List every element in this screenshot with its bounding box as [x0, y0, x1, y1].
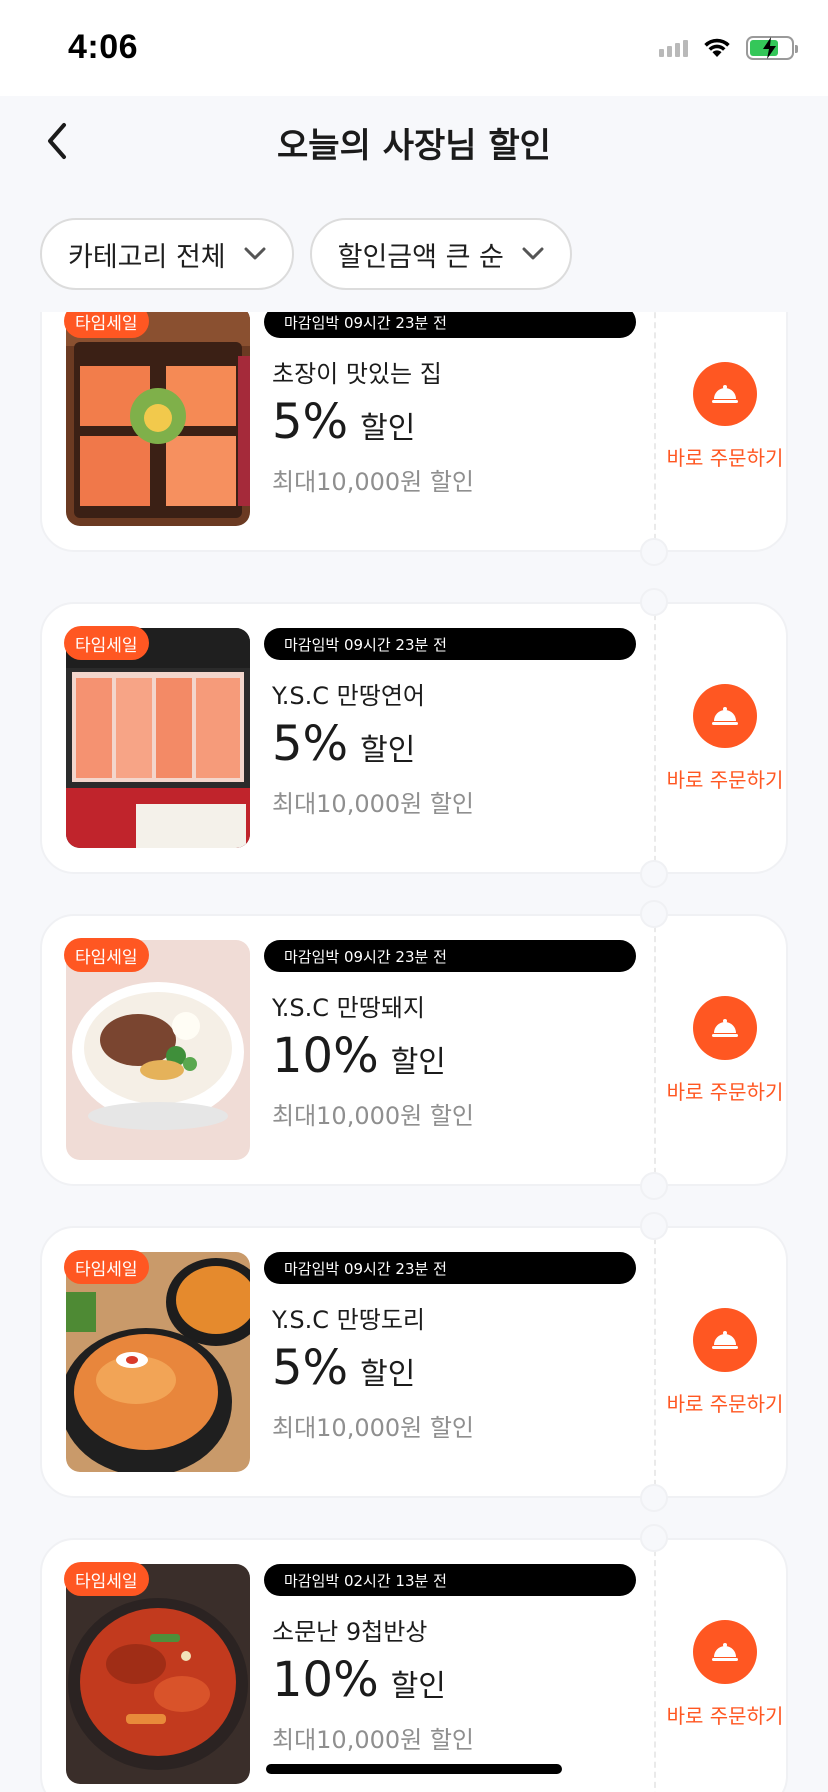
order-now-button[interactable]: 바로 주문하기 — [660, 604, 790, 872]
home-indicator — [266, 1764, 562, 1774]
store-name: 초장이 맛있는 집 — [272, 360, 442, 388]
deadline-label: 마감임박 09시간 23분 전 — [264, 628, 636, 660]
status-icons — [659, 34, 798, 62]
discount-rate: 5% 할인 — [272, 1340, 415, 1396]
food-thumbnail-image — [66, 940, 250, 1160]
food-thumbnail-image — [66, 628, 250, 848]
store-name: 소문난 9첩반상 — [272, 1618, 428, 1646]
category-filter-label: 카테고리 전체 — [68, 241, 226, 273]
discount-percent: 5% — [272, 1340, 349, 1396]
chevron-down-icon — [522, 247, 544, 260]
time-sale-badge: 타임세일 — [64, 1250, 149, 1284]
discount-percent: 10% — [272, 1028, 379, 1084]
status-time: 4:06 — [68, 28, 139, 66]
store-name: Y.S.C 만땅연어 — [272, 682, 425, 710]
cellular-signal-icon — [659, 39, 688, 57]
max-discount: 최대10,000원 할인 — [272, 1414, 475, 1442]
deal-card[interactable]: 타임세일 마감임박 09시간 23분 전 Y.S.C 만땅도리 5% 할인 최대… — [40, 1212, 790, 1512]
order-now-label: 바로 주문하기 — [666, 767, 784, 792]
deadline-label: 마감임박 09시간 23분 전 — [264, 940, 636, 972]
chevron-down-icon — [244, 247, 266, 260]
food-thumbnail-image — [66, 312, 250, 526]
sort-filter-label: 할인금액 큰 순 — [337, 241, 504, 273]
food-thumbnail-image — [66, 1564, 250, 1784]
deadline-label: 마감임박 09시간 23분 전 — [264, 312, 636, 338]
order-now-label: 바로 주문하기 — [666, 1703, 784, 1728]
discount-rate: 5% 할인 — [272, 716, 415, 772]
header: 오늘의 사장님 할인 — [0, 96, 828, 192]
order-now-label: 바로 주문하기 — [666, 1079, 784, 1104]
food-thumbnail-image — [66, 1252, 250, 1472]
discount-suffix: 할인 — [390, 1669, 446, 1704]
deal-card[interactable]: 타임세일 마감임박 09시간 23분 전 초장이 맛있는 집 5% 할인 최대1… — [40, 312, 790, 566]
wifi-icon — [704, 38, 730, 57]
time-sale-badge: 타임세일 — [64, 312, 149, 338]
ticket-divider — [654, 916, 656, 1184]
cloche-icon — [693, 361, 757, 426]
time-sale-badge: 타임세일 — [64, 938, 149, 972]
deadline-label: 마감임박 02시간 13분 전 — [264, 1564, 636, 1596]
order-now-button[interactable]: 바로 주문하기 — [660, 916, 790, 1184]
order-now-label: 바로 주문하기 — [666, 445, 784, 470]
cloche-icon — [693, 1619, 757, 1684]
page-title: 오늘의 사장님 할인 — [277, 126, 551, 166]
order-now-label: 바로 주문하기 — [666, 1391, 784, 1416]
status-bar: 4:06 — [0, 0, 828, 96]
deal-card[interactable]: 타임세일 마감임박 02시간 13분 전 소문난 9첩반상 10% 할인 최대1… — [40, 1524, 790, 1792]
time-sale-badge: 타임세일 — [64, 626, 149, 660]
ticket-divider — [654, 1540, 656, 1792]
ticket-divider — [654, 312, 656, 550]
ticket-divider — [654, 604, 656, 872]
discount-suffix: 할인 — [390, 1045, 446, 1080]
max-discount: 최대10,000원 할인 — [272, 790, 475, 818]
discount-suffix: 할인 — [360, 1357, 416, 1392]
battery-icon — [746, 36, 798, 60]
deadline-label: 마감임박 09시간 23분 전 — [264, 1252, 636, 1284]
sort-filter-dropdown[interactable]: 할인금액 큰 순 — [309, 218, 572, 290]
discount-percent: 5% — [272, 394, 349, 450]
discount-suffix: 할인 — [360, 733, 416, 768]
discount-rate: 10% 할인 — [272, 1028, 446, 1084]
cloche-icon — [693, 995, 757, 1060]
max-discount: 최대10,000원 할인 — [272, 468, 475, 496]
deal-card[interactable]: 타임세일 마감임박 09시간 23분 전 Y.S.C 만땅연어 5% 할인 최대… — [40, 588, 790, 888]
discount-suffix: 할인 — [360, 411, 416, 446]
discount-percent: 5% — [272, 716, 349, 772]
time-sale-badge: 타임세일 — [64, 1562, 149, 1596]
order-now-button[interactable]: 바로 주문하기 — [660, 312, 790, 550]
order-now-button[interactable]: 바로 주문하기 — [660, 1540, 790, 1792]
discount-percent: 10% — [272, 1652, 379, 1708]
deal-list[interactable]: 타임세일 마감임박 09시간 23분 전 초장이 맛있는 집 5% 할인 최대1… — [0, 312, 828, 1792]
discount-rate: 5% 할인 — [272, 394, 415, 450]
max-discount: 최대10,000원 할인 — [272, 1102, 475, 1130]
max-discount: 최대10,000원 할인 — [272, 1726, 475, 1754]
filter-bar: 카테고리 전체 할인금액 큰 순 — [40, 218, 572, 290]
discount-rate: 10% 할인 — [272, 1652, 446, 1708]
cloche-icon — [693, 1307, 757, 1372]
cloche-icon — [693, 683, 757, 748]
order-now-button[interactable]: 바로 주문하기 — [660, 1228, 790, 1496]
store-name: Y.S.C 만땅돼지 — [272, 994, 425, 1022]
store-name: Y.S.C 만땅도리 — [272, 1306, 425, 1334]
category-filter-dropdown[interactable]: 카테고리 전체 — [40, 218, 294, 290]
deal-card[interactable]: 타임세일 마감임박 09시간 23분 전 Y.S.C 만땅돼지 10% 할인 최… — [40, 900, 790, 1200]
ticket-divider — [654, 1228, 656, 1496]
